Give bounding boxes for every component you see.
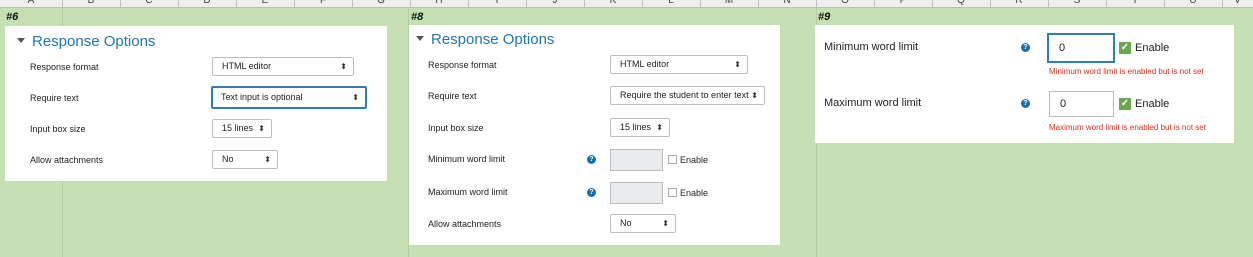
input-box-size-value: 15 lines xyxy=(620,122,652,132)
allow-attachments-value: No xyxy=(620,218,632,228)
response-format-select[interactable]: HTML editor ⬍ xyxy=(212,57,354,76)
response-format-label: Response format xyxy=(428,60,497,70)
input-box-size-select[interactable]: 15 lines ⬍ xyxy=(212,119,272,138)
input-box-size-label: Input box size xyxy=(428,123,484,133)
help-icon[interactable]: ? xyxy=(587,188,596,197)
spreadsheet-column-header: A B C D E F G H I J K L M N O P Q R S T … xyxy=(0,0,1253,8)
min-word-limit-enable-checkbox[interactable]: ✓ xyxy=(1119,42,1131,54)
min-word-limit-input[interactable] xyxy=(610,149,663,171)
column-header-c[interactable]: C xyxy=(120,0,179,7)
column-header-h[interactable]: H xyxy=(410,0,469,7)
response-options-panel-8: Response Options Response format HTML ed… xyxy=(409,25,780,245)
select-arrow-icon: ⬍ xyxy=(352,93,359,102)
max-word-limit-enable-checkbox[interactable]: ✓ xyxy=(1119,98,1131,110)
column-header-g[interactable]: G xyxy=(352,0,411,7)
select-arrow-icon: ⬍ xyxy=(340,62,347,71)
select-arrow-icon: ⬍ xyxy=(264,155,271,164)
require-text-value: Require the student to enter text xyxy=(620,90,749,100)
column-header-m[interactable]: M xyxy=(700,0,759,7)
select-arrow-icon: ⬍ xyxy=(656,123,663,132)
column-header-l[interactable]: L xyxy=(642,0,701,7)
min-word-limit-input[interactable]: 0 xyxy=(1047,33,1115,63)
allow-attachments-label: Allow attachments xyxy=(30,155,104,165)
column-header-p[interactable]: P xyxy=(874,0,933,7)
section-header[interactable]: Response Options xyxy=(416,31,554,48)
response-options-panel-6: Response Options Response format HTML ed… xyxy=(5,26,387,181)
max-word-limit-label: Maximum word limit xyxy=(428,187,508,197)
require-text-select[interactable]: Text input is optional ⬍ xyxy=(211,86,367,109)
collapse-caret-icon[interactable] xyxy=(416,35,424,41)
response-format-select[interactable]: HTML editor ⬍ xyxy=(610,55,748,74)
section-title: Response Options xyxy=(431,31,555,48)
column-header-e[interactable]: E xyxy=(236,0,295,7)
allow-attachments-label: Allow attachments xyxy=(428,219,502,229)
help-icon[interactable]: ? xyxy=(1021,43,1030,52)
help-icon[interactable]: ? xyxy=(1021,99,1030,108)
min-word-limit-enable-label[interactable]: Enable xyxy=(680,155,708,165)
max-word-limit-input[interactable] xyxy=(610,182,663,204)
select-arrow-icon: ⬍ xyxy=(258,124,265,133)
column-header-o[interactable]: O xyxy=(816,0,875,7)
min-word-limit-enable-label[interactable]: Enable xyxy=(1135,42,1169,54)
input-box-size-label: Input box size xyxy=(30,124,86,134)
section-title: Response Options xyxy=(32,33,156,50)
input-box-size-select[interactable]: 15 lines ⬍ xyxy=(610,118,670,137)
require-text-label: Require text xyxy=(30,93,79,103)
max-word-limit-enable-label[interactable]: Enable xyxy=(680,188,708,198)
section-label-6: #6 xyxy=(6,11,19,23)
require-text-label: Require text xyxy=(428,91,477,101)
column-header-j[interactable]: J xyxy=(526,0,585,7)
section-header[interactable]: Response Options xyxy=(17,33,155,50)
column-header-t[interactable]: T xyxy=(1106,0,1165,7)
column-header-n[interactable]: N xyxy=(758,0,817,7)
max-word-limit-enable-checkbox[interactable] xyxy=(668,188,677,197)
word-limit-panel-9: Minimum word limit ? 0 ✓ Enable Minimum … xyxy=(815,25,1234,143)
column-header-k[interactable]: K xyxy=(584,0,643,7)
max-word-limit-error: Maximum word limit is enabled but is not… xyxy=(1049,123,1206,132)
allow-attachments-select[interactable]: No ⬍ xyxy=(212,150,278,169)
input-box-size-value: 15 lines xyxy=(222,123,254,133)
select-arrow-icon: ⬍ xyxy=(734,60,741,69)
select-arrow-icon: ⬍ xyxy=(751,91,758,100)
column-header-q[interactable]: Q xyxy=(932,0,991,7)
column-header-i[interactable]: I xyxy=(468,0,527,7)
collapse-caret-icon[interactable] xyxy=(17,37,25,43)
require-text-select[interactable]: Require the student to enter text ⬍ xyxy=(610,86,765,105)
allow-attachments-select[interactable]: No ⬍ xyxy=(610,214,676,233)
max-word-limit-input[interactable]: 0 xyxy=(1049,91,1114,117)
column-header-f[interactable]: F xyxy=(294,0,353,7)
min-word-limit-label: Minimum word limit xyxy=(824,41,919,53)
column-header-s[interactable]: S xyxy=(1048,0,1107,7)
column-header-v[interactable]: V xyxy=(1222,0,1253,7)
column-header-u[interactable]: U xyxy=(1164,0,1223,7)
max-word-limit-label: Maximum word limit xyxy=(824,97,922,109)
column-header-r[interactable]: R xyxy=(990,0,1049,7)
allow-attachments-value: No xyxy=(222,154,234,164)
section-label-9: #9 xyxy=(818,11,831,23)
select-arrow-icon: ⬍ xyxy=(662,219,669,228)
max-word-limit-enable-label[interactable]: Enable xyxy=(1135,98,1169,110)
min-word-limit-error: Minimum word limit is enabled but is not… xyxy=(1049,67,1204,76)
response-format-label: Response format xyxy=(30,62,99,72)
section-label-8: #8 xyxy=(411,11,424,23)
response-format-value: HTML editor xyxy=(620,59,670,69)
min-word-limit-label: Minimum word limit xyxy=(428,154,506,164)
column-header-d[interactable]: D xyxy=(178,0,237,7)
response-format-value: HTML editor xyxy=(222,61,272,71)
column-header-b[interactable]: B xyxy=(62,0,121,7)
min-word-limit-enable-checkbox[interactable] xyxy=(668,155,677,164)
column-header-a[interactable]: A xyxy=(0,0,63,7)
require-text-value: Text input is optional xyxy=(221,92,303,102)
help-icon[interactable]: ? xyxy=(587,155,596,164)
